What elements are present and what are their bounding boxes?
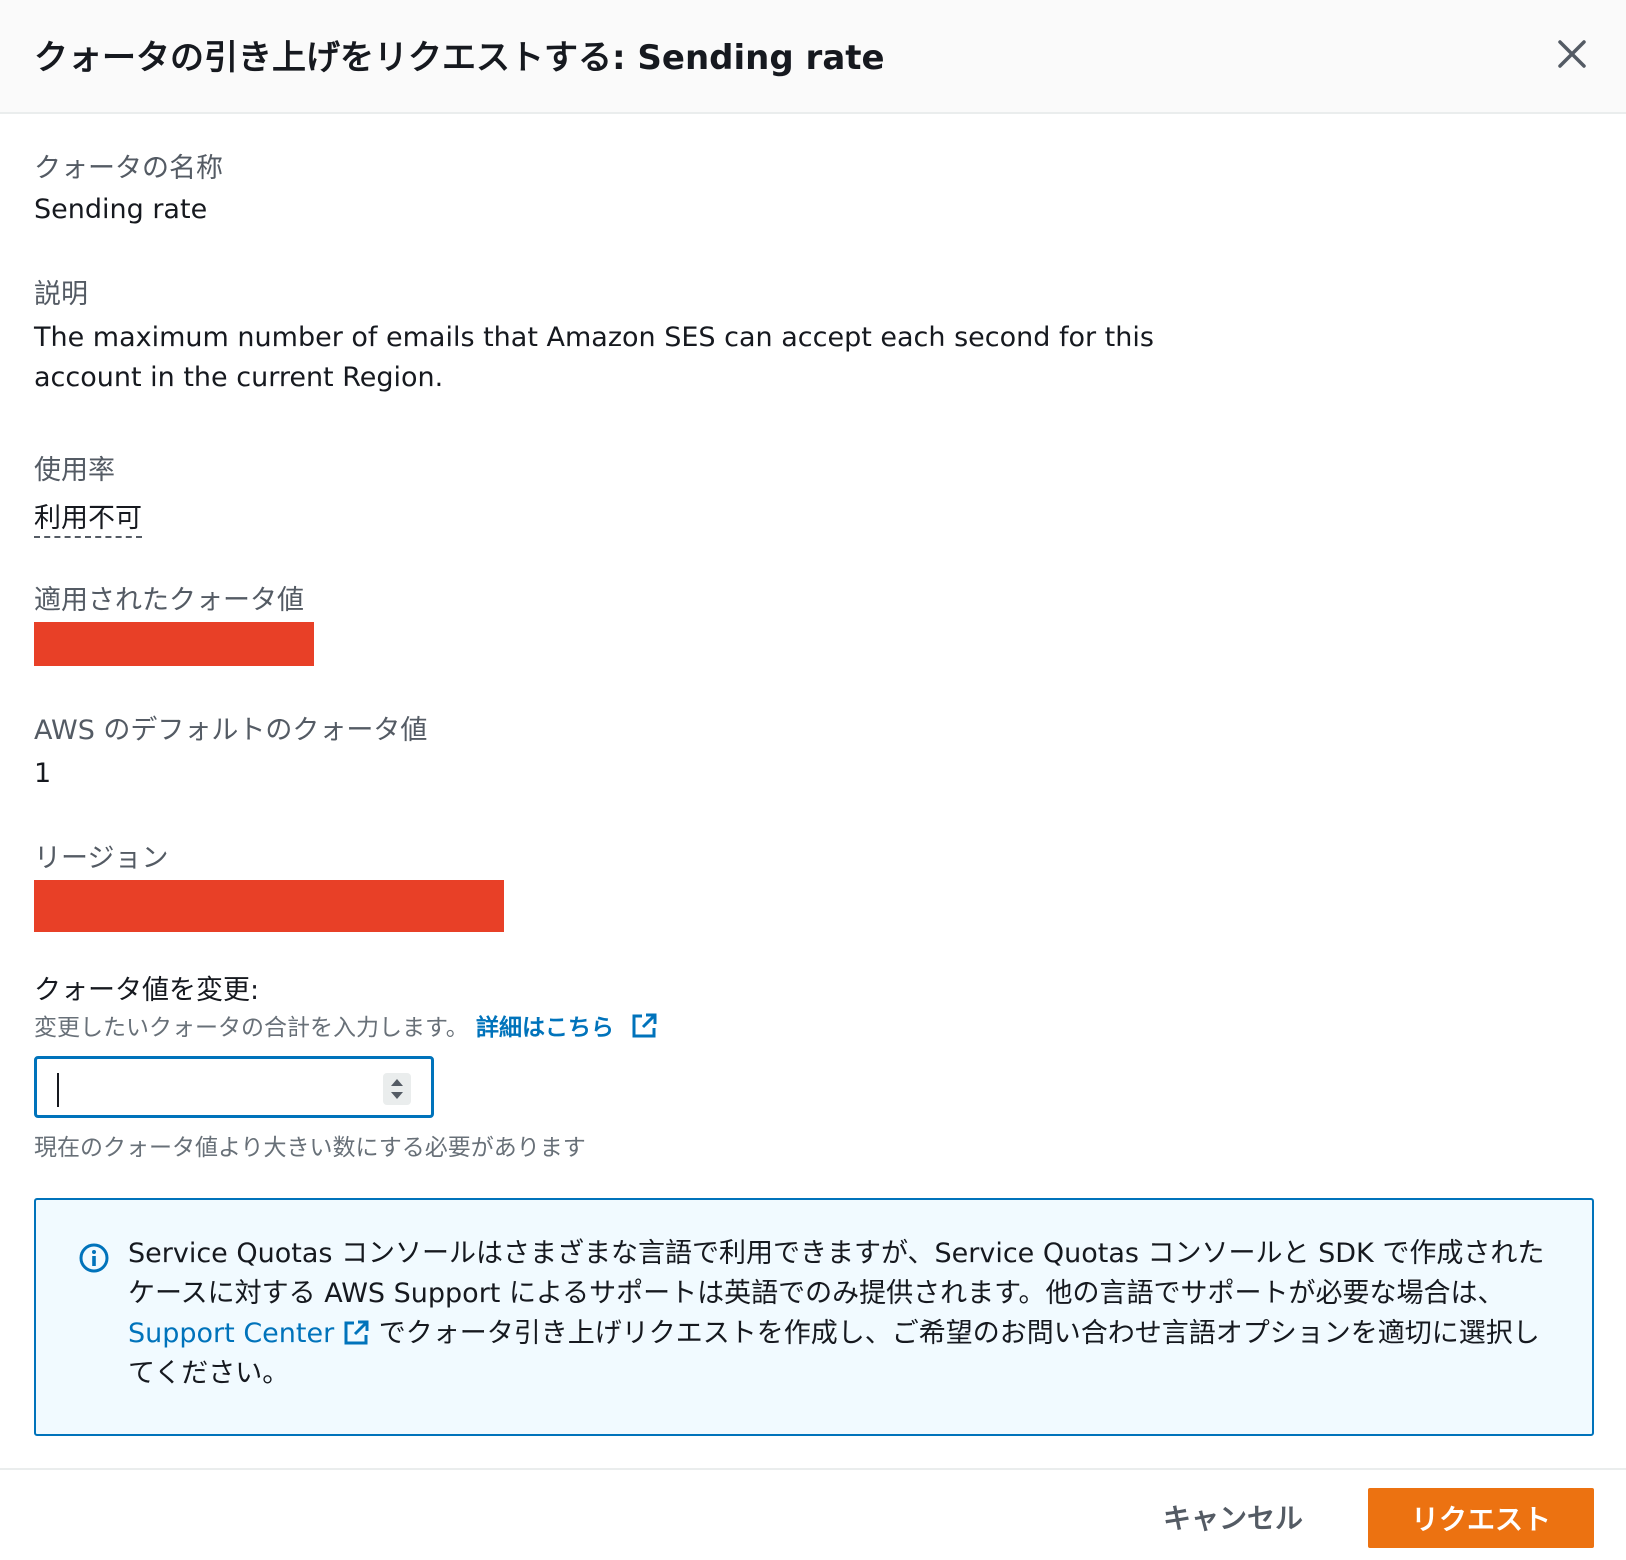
constraint-text: 現在のクォータ値より大きい数にする必要があります	[34, 1135, 586, 1161]
info-icon	[79, 1243, 109, 1273]
quota-name-value: Sending rate	[34, 194, 208, 225]
default-value-label: AWS のデフォルトのクォータ値	[34, 715, 428, 746]
description-label: 説明	[34, 279, 88, 310]
external-link-icon	[344, 1320, 369, 1345]
support-center-link[interactable]: Support Center	[128, 1318, 370, 1349]
applied-value-label: 適用されたクォータ値	[34, 585, 304, 616]
applied-value-redaction	[34, 622, 314, 666]
cancel-button[interactable]: キャンセル	[1148, 1488, 1318, 1546]
info-alert: Service Quotas コンソールはさまざまな言語で利用できますが、Ser…	[34, 1198, 1594, 1436]
info-text: Service Quotas コンソールはさまざまな言語で利用できますが、Ser…	[128, 1234, 1548, 1394]
learn-more-link[interactable]: 詳細はこちら	[476, 1013, 658, 1041]
external-link-icon	[632, 1013, 657, 1038]
description-value: The maximum number of emails that Amazon…	[34, 322, 1154, 393]
learn-more-link-label[interactable]: 詳細はこちら	[476, 1015, 614, 1041]
footer-divider	[0, 1468, 1626, 1470]
quota-increase-modal: クォータの引き上げをリクエストする: Sending rate クォータの名称 …	[0, 0, 1626, 1560]
region-redaction	[34, 880, 504, 932]
modal-header: クォータの引き上げをリクエストする: Sending rate	[0, 0, 1626, 114]
close-icon	[1558, 40, 1586, 68]
utilization-value[interactable]: 利用不可	[34, 496, 142, 538]
quota-value-input[interactable]	[55, 1067, 389, 1109]
close-button[interactable]	[1556, 38, 1588, 70]
support-center-link-label[interactable]: Support Center	[128, 1318, 334, 1349]
utilization-label: 使用率	[34, 455, 115, 486]
change-quota-description: 変更したいクォータの合計を入力します。 詳細はこちら	[34, 1008, 658, 1042]
number-stepper-icon[interactable]	[383, 1073, 411, 1105]
info-text-part1: Service Quotas コンソールはさまざまな言語で利用できますが、Ser…	[128, 1238, 1545, 1309]
request-button[interactable]: リクエスト	[1368, 1488, 1594, 1548]
change-quota-description-text: 変更したいクォータの合計を入力します。	[34, 1015, 469, 1041]
text-caret	[57, 1073, 59, 1107]
default-value-value: 1	[34, 758, 52, 789]
quota-name-label: クォータの名称	[34, 153, 223, 184]
change-quota-label: クォータ値を変更:	[34, 975, 260, 1006]
region-label: リージョン	[34, 843, 169, 874]
modal-title: クォータの引き上げをリクエストする: Sending rate	[34, 38, 885, 78]
utilization-value-text[interactable]: 利用不可	[34, 503, 142, 538]
quota-value-input-box[interactable]	[34, 1056, 434, 1118]
